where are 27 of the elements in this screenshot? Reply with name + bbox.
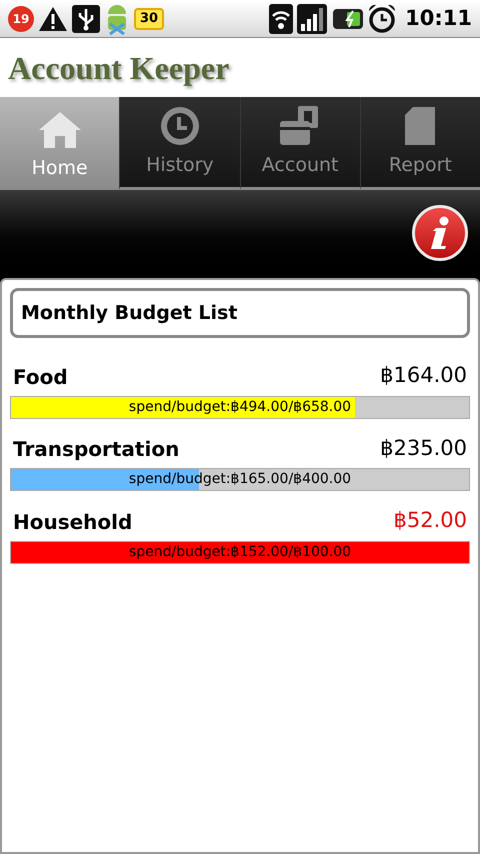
- tab[interactable]: Home: [0, 97, 120, 190]
- category-name: Food: [13, 364, 68, 390]
- spend-summary: spend/budget:฿165.00/฿400.00: [128, 470, 352, 489]
- remaining-amount: ฿235.00: [380, 434, 467, 462]
- signal-icon: [297, 4, 328, 34]
- warning-icon: [38, 6, 68, 32]
- alarm-clock-icon: [367, 2, 398, 34]
- notification-badge: 19: [8, 6, 34, 32]
- remaining-amount: ฿52.00: [394, 507, 467, 534]
- tab[interactable]: History: [119, 97, 240, 190]
- category-name: Transportation: [13, 436, 180, 463]
- house-icon: [36, 110, 83, 150]
- clock-icon: [158, 104, 201, 146]
- usb-icon: [72, 4, 100, 32]
- clock-time: 10:11: [405, 4, 472, 32]
- app-title: Account Keeper: [8, 48, 230, 88]
- list-title: Monthly Budget List: [21, 300, 238, 326]
- tab[interactable]: Account: [240, 97, 360, 190]
- battery-charging-icon: [331, 6, 364, 30]
- tab[interactable]: Report: [360, 97, 480, 190]
- wifi-icon: [269, 4, 294, 34]
- category-name: Household: [13, 508, 132, 536]
- document-icon: [403, 104, 438, 146]
- remaining-amount: ฿164.00: [380, 362, 467, 389]
- count-badge: 30: [134, 8, 164, 30]
- spend-summary: spend/budget:฿494.00/฿658.00: [128, 398, 352, 416]
- spend-summary: spend/budget:฿152.00/฿100.00: [128, 542, 352, 562]
